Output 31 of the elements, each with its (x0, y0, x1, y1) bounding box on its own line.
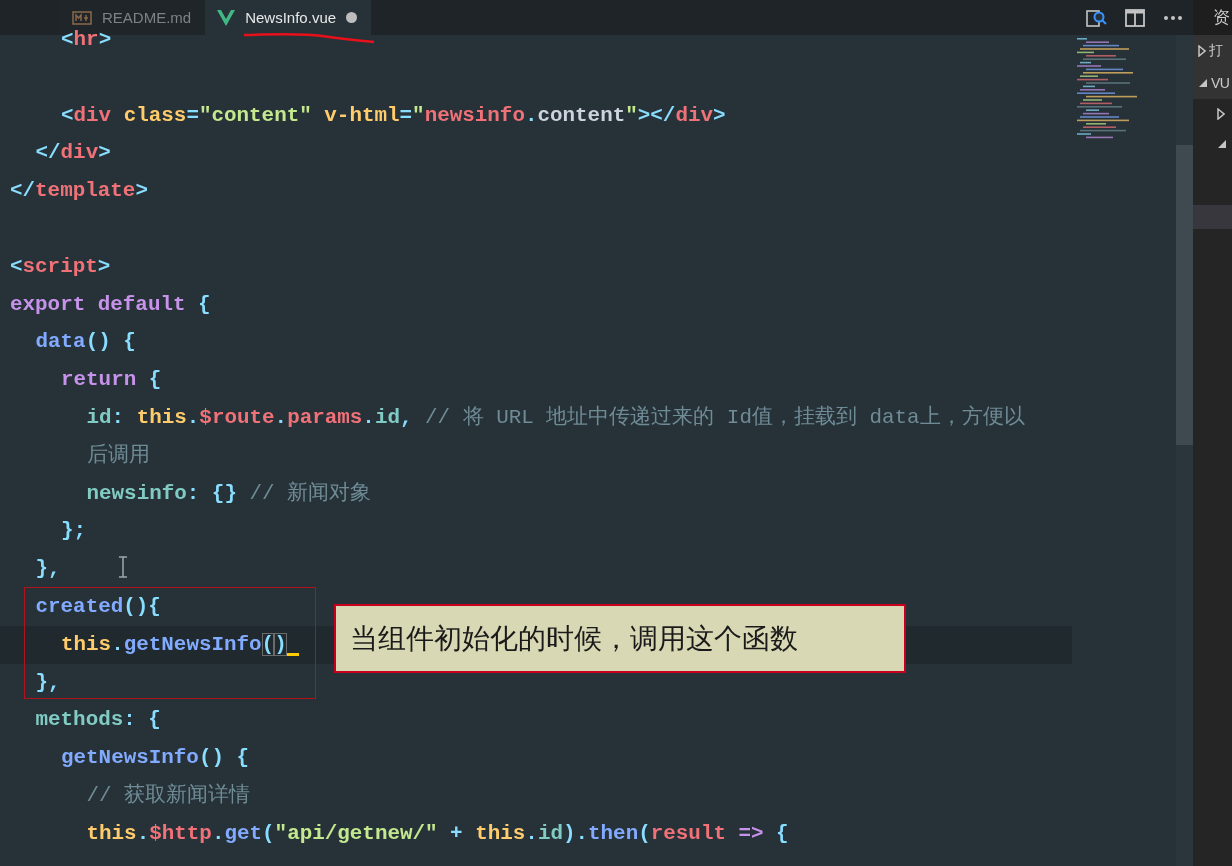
code-line: this.getNewsInfo() (61, 631, 287, 658)
code-line: methods: { (35, 707, 161, 734)
code-line: }, (35, 669, 61, 696)
code-line: getNewsInfo() { (61, 745, 250, 772)
code-line: }; (61, 518, 87, 545)
explorer-item[interactable]: 打 (1193, 35, 1232, 67)
unsaved-dot (346, 12, 358, 23)
markdown-icon (72, 10, 92, 25)
more-icon[interactable] (1163, 14, 1183, 21)
code-line: </template> (10, 178, 148, 205)
code-line: return { (61, 367, 162, 394)
code-line: newsinfo: {} // 新闻对象 (86, 480, 372, 507)
code-line: }, (35, 556, 61, 583)
text-cursor-icon (117, 556, 129, 578)
code-line: <div class="content" v-html="newsinfo.content"></div> (61, 102, 726, 129)
code-line: <script> (10, 253, 111, 280)
code-line: data() { (35, 329, 136, 356)
code-line: // 获取新闻详情 (86, 782, 251, 809)
split-editor-icon[interactable] (1125, 8, 1145, 27)
code-line: export default { (10, 291, 211, 318)
panel-title: 资 (1213, 7, 1230, 29)
code-line: this.$http.get("api/getnew/" + this.id).then(result => { (86, 820, 789, 847)
editor-tab[interactable]: NewsInfo.vue (205, 0, 372, 35)
explorer-item[interactable]: VU (1193, 67, 1232, 99)
code-line: </div> (35, 140, 111, 167)
vue-logo-icon (217, 9, 236, 26)
scrollbar-thumb[interactable] (1176, 145, 1193, 445)
code-line: id: this.$route.params.id, // 将 URL 地址中传递过来的 Id值，挂载到 data上，方便以 (86, 404, 1025, 431)
annotation-callout: 当组件初始化的时候，调用这个函数 (334, 604, 906, 673)
code-line: 后调用 (86, 442, 150, 469)
code-line: created(){ (35, 593, 161, 620)
